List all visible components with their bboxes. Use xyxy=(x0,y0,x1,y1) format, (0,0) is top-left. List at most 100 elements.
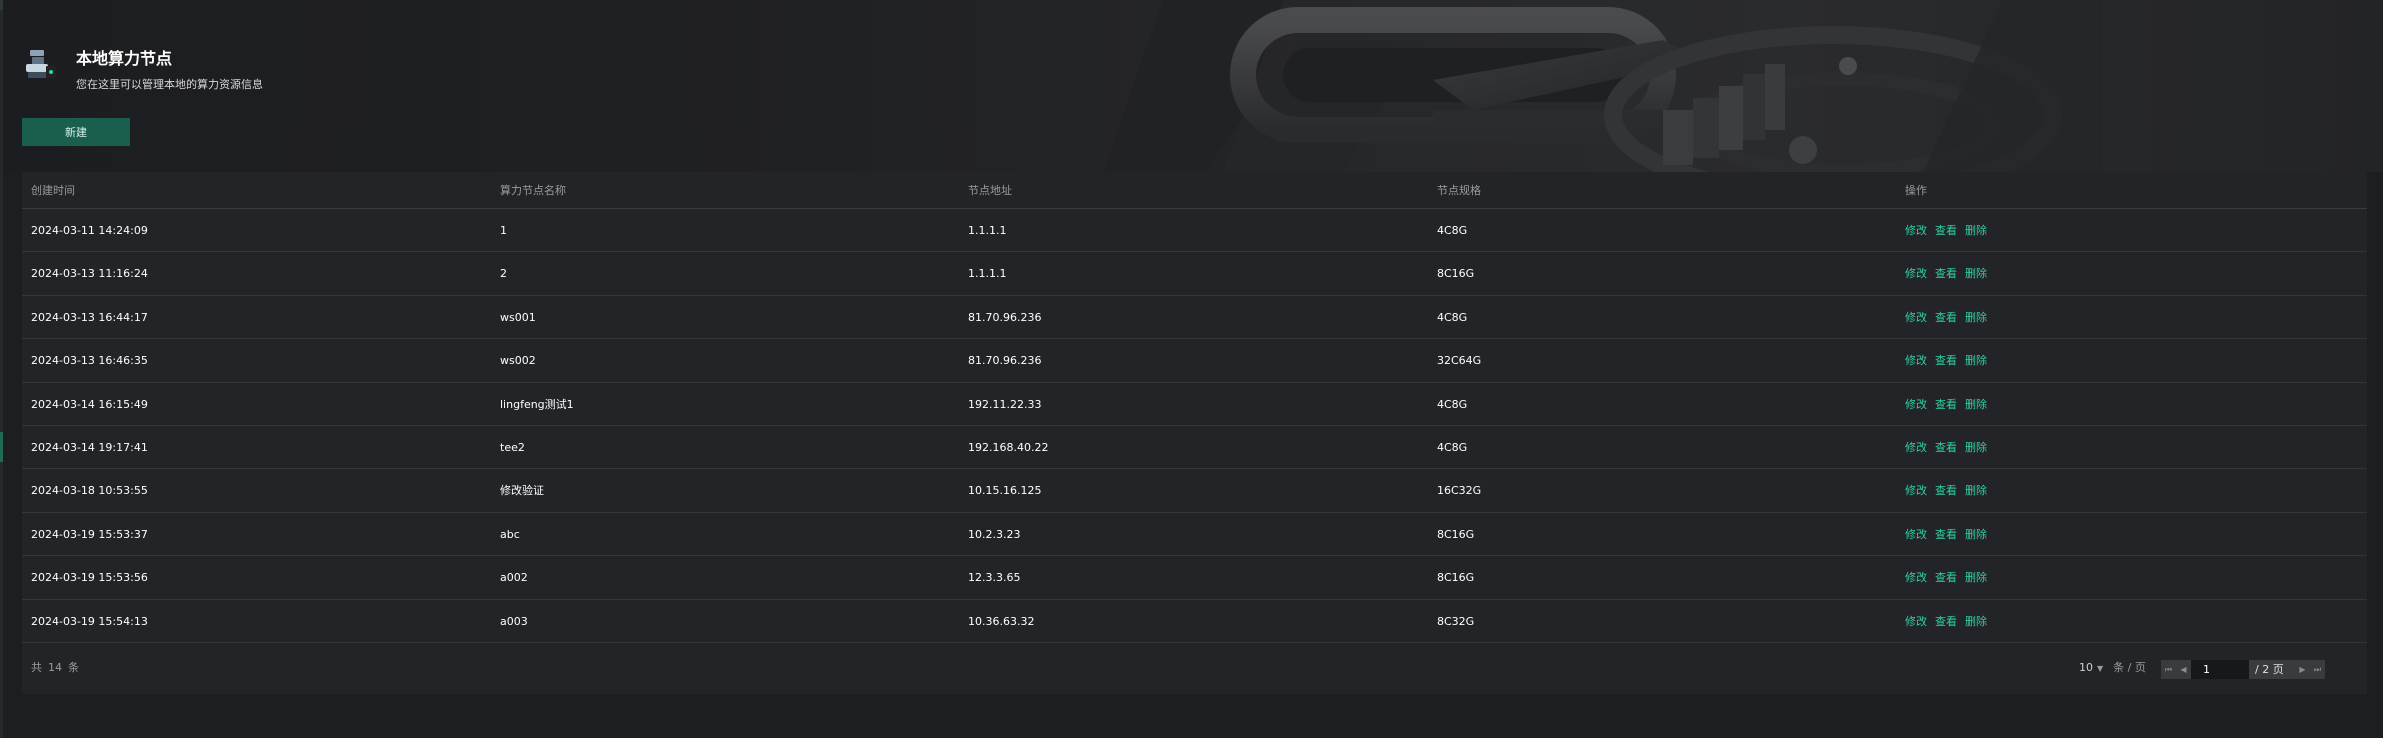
delete-link[interactable]: 删除 xyxy=(1965,354,1987,367)
delete-link[interactable]: 删除 xyxy=(1965,311,1987,324)
cell-address: 10.36.63.32 xyxy=(968,614,1035,628)
cell-spec: 8C16G xyxy=(1437,267,1475,281)
table-row: 2024-03-14 16:15:49 lingfeng测试1 192.11.22.… xyxy=(22,382,2367,426)
view-link[interactable]: 查看 xyxy=(1935,484,1957,497)
view-link[interactable]: 查看 xyxy=(1935,571,1957,584)
cell-actions: 修改 查看 删除 xyxy=(1905,513,1995,556)
cell-created: 2024-03-19 15:54:13 xyxy=(31,614,148,628)
cell-created: 2024-03-14 19:17:41 xyxy=(31,440,148,454)
edit-link[interactable]: 修改 xyxy=(1905,615,1927,628)
view-link[interactable]: 查看 xyxy=(1935,528,1957,541)
table-row: 2024-03-14 19:17:41 tee2 192.168.40.22 4C8G… xyxy=(22,425,2367,470)
total-pages: / 2 页 xyxy=(2249,660,2295,679)
compute-node-icon xyxy=(22,44,62,84)
cell-name: abc xyxy=(500,527,520,541)
column-header-address[interactable]: 节点地址 xyxy=(968,172,1012,209)
cell-actions: 修改 查看 删除 xyxy=(1905,556,1995,599)
cell-spec: 4C8G xyxy=(1437,224,1468,237)
cell-actions: 修改 查看 删除 xyxy=(1905,252,1995,295)
cell-spec: 32C64G xyxy=(1437,354,1482,368)
table-footer: 共 14 条 10 ▼ 条 / 页 ⏮ ◀ / 2 页 ▶ ⏭ xyxy=(22,643,2367,694)
delete-link[interactable]: 删除 xyxy=(1965,441,1987,454)
delete-link[interactable]: 删除 xyxy=(1965,224,1987,237)
cell-spec: 16C32G xyxy=(1437,484,1482,498)
column-header-spec[interactable]: 节点规格 xyxy=(1437,172,1481,209)
cell-name: a003 xyxy=(500,614,528,628)
next-page-icon[interactable]: ▶ xyxy=(2295,660,2310,679)
cell-spec: 8C16G xyxy=(1437,527,1475,541)
total-value: 14 xyxy=(48,661,62,674)
edit-link[interactable]: 修改 xyxy=(1905,224,1927,237)
table-header: 创建时间 算力节点名称 节点地址 节点规格 操作 xyxy=(22,172,2367,209)
delete-link[interactable]: 删除 xyxy=(1965,398,1987,411)
cell-created: 2024-03-19 15:53:56 xyxy=(31,571,148,585)
column-header-created[interactable]: 创建时间 xyxy=(31,172,75,209)
column-header-actions: 操作 xyxy=(1905,184,1927,197)
cell-spec: 4C8G xyxy=(1437,310,1468,324)
cell-address: 12.3.3.65 xyxy=(968,571,1021,585)
last-page-icon[interactable]: ⏭ xyxy=(2310,660,2325,679)
table-row: 2024-03-18 10:53:55 修改验证 10.15.16.125 16C32… xyxy=(22,469,2367,513)
edit-link[interactable]: 修改 xyxy=(1905,528,1927,541)
cell-spec: 8C16G xyxy=(1437,571,1475,585)
total-suffix: 条 xyxy=(68,661,79,674)
page-size-value: 10 xyxy=(2079,661,2093,674)
view-link[interactable]: 查看 xyxy=(1935,311,1957,324)
chevron-down-icon: ▼ xyxy=(2097,664,2104,673)
table-body: 2024-03-11 14:24:09 1 1.1.1.1 4C8G 修改 查看 删除 202… xyxy=(22,209,2367,643)
view-link[interactable]: 查看 xyxy=(1935,398,1957,411)
page: 本地算力节点 您在这里可以管理本地的算力资源信息 新建 创建时间 算力节点名称 … xyxy=(0,0,2383,738)
cell-created: 2024-03-11 14:24:09 xyxy=(31,224,148,237)
cell-actions: 修改 查看 删除 xyxy=(1905,296,1995,339)
header-banner xyxy=(3,0,2383,172)
edit-link[interactable]: 修改 xyxy=(1905,571,1927,584)
cell-name: a002 xyxy=(500,571,528,585)
cell-address: 192.11.22.33 xyxy=(968,397,1042,411)
edit-link[interactable]: 修改 xyxy=(1905,311,1927,324)
cell-address: 10.15.16.125 xyxy=(968,484,1042,498)
cell-name: ws001 xyxy=(500,310,536,324)
cell-name: 2 xyxy=(500,267,507,281)
prev-page-icon[interactable]: ◀ xyxy=(2176,660,2191,679)
cell-created: 2024-03-18 10:53:55 xyxy=(31,484,148,498)
cell-address: 10.2.3.23 xyxy=(968,527,1021,541)
cell-actions: 修改 查看 删除 xyxy=(1905,600,1995,643)
column-header-name[interactable]: 算力节点名称 xyxy=(500,172,566,209)
cell-address: 81.70.96.236 xyxy=(968,354,1042,368)
cell-address: 1.1.1.1 xyxy=(968,224,1007,237)
edit-link[interactable]: 修改 xyxy=(1905,441,1927,454)
cell-actions: 修改 查看 删除 xyxy=(1905,469,1995,512)
delete-link[interactable]: 删除 xyxy=(1965,267,1987,280)
cell-created: 2024-03-14 16:15:49 xyxy=(31,397,148,411)
cell-name: 修改验证 xyxy=(500,484,544,498)
page-subtitle: 您在这里可以管理本地的算力资源信息 xyxy=(76,78,263,91)
cell-spec: 8C32G xyxy=(1437,614,1475,628)
cell-actions: 修改 查看 删除 xyxy=(1905,426,1995,469)
view-link[interactable]: 查看 xyxy=(1935,615,1957,628)
view-link[interactable]: 查看 xyxy=(1935,354,1957,367)
cell-name: lingfeng测试1 xyxy=(500,397,574,411)
view-link[interactable]: 查看 xyxy=(1935,224,1957,237)
cell-created: 2024-03-13 16:46:35 xyxy=(31,354,148,368)
delete-link[interactable]: 删除 xyxy=(1965,615,1987,628)
view-link[interactable]: 查看 xyxy=(1935,441,1957,454)
edit-link[interactable]: 修改 xyxy=(1905,354,1927,367)
cell-address: 81.70.96.236 xyxy=(968,310,1042,324)
edit-link[interactable]: 修改 xyxy=(1905,484,1927,497)
edit-link[interactable]: 修改 xyxy=(1905,267,1927,280)
delete-link[interactable]: 删除 xyxy=(1965,571,1987,584)
cell-created: 2024-03-13 16:44:17 xyxy=(31,310,148,324)
delete-link[interactable]: 删除 xyxy=(1965,528,1987,541)
side-rail-indicator xyxy=(0,432,3,462)
page-size-select[interactable]: 10 ▼ 条 / 页 xyxy=(2079,643,2146,694)
delete-link[interactable]: 删除 xyxy=(1965,484,1987,497)
page-number-input[interactable] xyxy=(2191,660,2249,679)
edit-link[interactable]: 修改 xyxy=(1905,398,1927,411)
view-link[interactable]: 查看 xyxy=(1935,267,1957,280)
cell-name: ws002 xyxy=(500,354,536,368)
table-row: 2024-03-13 16:46:35 ws002 81.70.96.236 32C6… xyxy=(22,339,2367,383)
new-button[interactable]: 新建 xyxy=(22,118,130,146)
cell-actions: 修改 查看 删除 xyxy=(1905,209,1995,252)
first-page-icon[interactable]: ⏮ xyxy=(2161,660,2176,679)
cell-name: 1 xyxy=(500,224,507,237)
